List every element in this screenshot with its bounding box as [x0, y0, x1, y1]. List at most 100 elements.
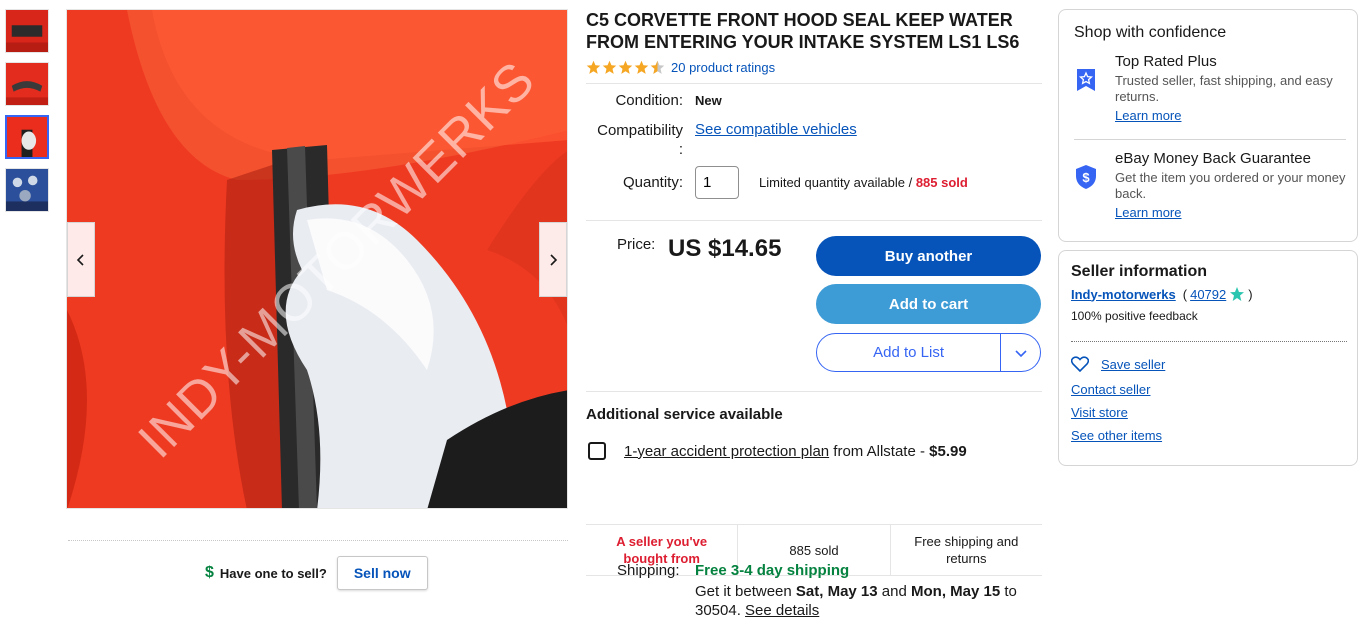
shipping-date-end: Mon, May 15	[911, 583, 1001, 600]
thumbnail-4[interactable]	[5, 168, 49, 212]
add-to-cart-button[interactable]: Add to cart	[816, 284, 1041, 324]
top-rated-plus-body: Top Rated Plus Trusted seller, fast ship…	[1115, 53, 1346, 125]
top-rated-plus-description: Trusted seller, fast shipping, and easy …	[1115, 73, 1333, 104]
quantity-label: Quantity:	[622, 174, 683, 191]
confidence-heading: Shop with confidence	[1074, 24, 1227, 41]
see-compatible-vehicles-link[interactable]: See compatible vehicles	[695, 121, 857, 159]
feedback-star-icon	[1230, 287, 1245, 301]
top-rated-plus-icon	[1074, 67, 1098, 125]
shipping-date-start: Sat, May 13	[795, 583, 878, 600]
thumbnail-3[interactable]	[5, 115, 49, 159]
thumbnail-2[interactable]	[5, 62, 49, 106]
protection-plan-provider: from Allstate -	[829, 442, 930, 460]
divider	[1074, 139, 1346, 140]
condition-label: Condition:	[615, 92, 683, 109]
protection-plan-price: $5.99	[929, 442, 967, 460]
product-ratings-link[interactable]: 20 product ratings	[671, 60, 775, 75]
additional-service-heading: Additional service available	[586, 406, 783, 423]
sold-count: 885 sold	[915, 175, 968, 190]
next-image-button[interactable]	[539, 222, 567, 297]
star-icon	[602, 60, 617, 74]
price-label: Price:	[617, 236, 656, 253]
contact-seller-link[interactable]: Contact seller	[1071, 382, 1150, 397]
highlight-shipping: Free shipping and returns	[889, 525, 1042, 575]
seller-feedback-score-link[interactable]: 40792	[1190, 287, 1226, 302]
svg-text:$: $	[1082, 170, 1090, 185]
top-rated-learn-more-link[interactable]: Learn more	[1115, 108, 1181, 123]
quantity-availability: Limited quantity available / 885 sold	[759, 175, 968, 190]
thumbnail-image	[6, 169, 48, 211]
shipping-to: to	[1000, 583, 1017, 600]
item-details: C5 CORVETTE FRONT HOOD SEAL KEEP WATER F…	[586, 9, 1042, 576]
shipping-estimate-prefix: Get it between	[695, 583, 796, 600]
see-details-link[interactable]: See details	[745, 602, 819, 619]
see-other-items-link[interactable]: See other items	[1071, 428, 1162, 443]
thumbnail-image	[7, 117, 47, 157]
star-rating	[586, 60, 665, 75]
limited-quantity-text: Limited quantity available /	[759, 175, 916, 190]
money-back-description: Get the item you ordered or your money b…	[1115, 170, 1346, 201]
item-title: C5 CORVETTE FRONT HOOD SEAL KEEP WATER F…	[586, 10, 1020, 52]
main-product-image[interactable]: INDY-MOTORWERKS	[66, 9, 568, 509]
star-icon	[634, 60, 649, 74]
add-to-list-label: Add to List	[873, 344, 945, 361]
money-back-body: eBay Money Back Guarantee Get the item y…	[1115, 150, 1346, 222]
shipping-and: and	[877, 583, 911, 600]
sell-now-button[interactable]: Sell now	[336, 556, 428, 590]
top-rated-plus-title: Top Rated Plus	[1115, 53, 1217, 70]
thumbnail-image	[6, 63, 48, 105]
score-open: (	[1182, 286, 1188, 302]
add-to-list-button[interactable]: Add to List	[816, 333, 1041, 372]
visit-store-link[interactable]: Visit store	[1071, 405, 1128, 420]
heart-icon	[1071, 356, 1089, 372]
shipping-estimate: Get it between Sat, May 13 and Mon, May …	[695, 582, 1035, 620]
chevron-right-icon	[550, 253, 558, 266]
seller-information-panel: Seller information Indy-motorwerks (4079…	[1058, 250, 1358, 466]
score-close: )	[1248, 286, 1253, 302]
seller-name-row: Indy-motorwerks (40792 )	[1071, 286, 1253, 302]
compatibility-colon: :	[678, 141, 683, 158]
protection-plan-checkbox[interactable]	[588, 442, 606, 460]
sell-question: Have one to sell?	[219, 565, 327, 581]
buy-another-button[interactable]: Buy another	[816, 236, 1041, 276]
divider	[586, 220, 1042, 221]
money-back-guarantee: $ eBay Money Back Guarantee Get the item…	[1074, 150, 1346, 222]
quantity-input[interactable]	[695, 166, 739, 199]
add-to-list-dropdown[interactable]	[1000, 333, 1040, 372]
chevron-down-icon	[1015, 349, 1027, 357]
divider	[1071, 341, 1347, 342]
dollar-icon: $	[205, 564, 214, 581]
compatibility-label: Compatibility :	[586, 121, 683, 159]
compatibility-row: Compatibility : See compatible vehicles	[586, 121, 857, 159]
compatibility-label-text: Compatibility	[597, 122, 683, 139]
shipping-zip: 30504.	[695, 602, 746, 619]
condition-value: New	[695, 93, 722, 108]
seller-name-link[interactable]: Indy-motorwerks	[1071, 287, 1176, 302]
protection-plan-link[interactable]: 1-year accident protection plan	[624, 443, 829, 460]
chevron-left-icon	[76, 253, 84, 266]
seller-heading: Seller information	[1071, 263, 1208, 280]
save-seller-link[interactable]: Save seller	[1101, 357, 1165, 372]
positive-feedback: 100% positive feedback	[1071, 309, 1198, 323]
money-back-learn-more-link[interactable]: Learn more	[1115, 205, 1181, 220]
star-icon	[618, 60, 633, 74]
product-ratings: 20 product ratings	[586, 60, 1042, 75]
shipping-label: Shipping:	[617, 562, 680, 579]
save-seller-row[interactable]: Save seller	[1071, 356, 1165, 372]
shop-with-confidence-panel: Shop with confidence Top Rated Plus Trus…	[1058, 9, 1358, 242]
protection-plan-text: 1-year accident protection plan from All…	[624, 443, 967, 460]
money-back-title: eBay Money Back Guarantee	[1115, 150, 1311, 167]
condition-row: Condition: New	[586, 92, 722, 109]
protection-plan-row: 1-year accident protection plan from All…	[588, 442, 967, 460]
divider	[586, 391, 1042, 392]
top-rated-plus: Top Rated Plus Trusted seller, fast ship…	[1074, 53, 1346, 125]
half-star-icon	[650, 60, 665, 74]
item-price: US $14.65	[668, 235, 782, 262]
quantity-row: Quantity: Limited quantity available / 8…	[586, 166, 968, 199]
thumbnail-1[interactable]	[5, 9, 49, 53]
thumbnail-strip	[5, 9, 50, 221]
money-back-icon: $	[1074, 164, 1098, 222]
divider	[68, 540, 568, 541]
previous-image-button[interactable]	[67, 222, 95, 297]
purchase-area: Condition: New Compatibility : See compa…	[586, 84, 1042, 576]
